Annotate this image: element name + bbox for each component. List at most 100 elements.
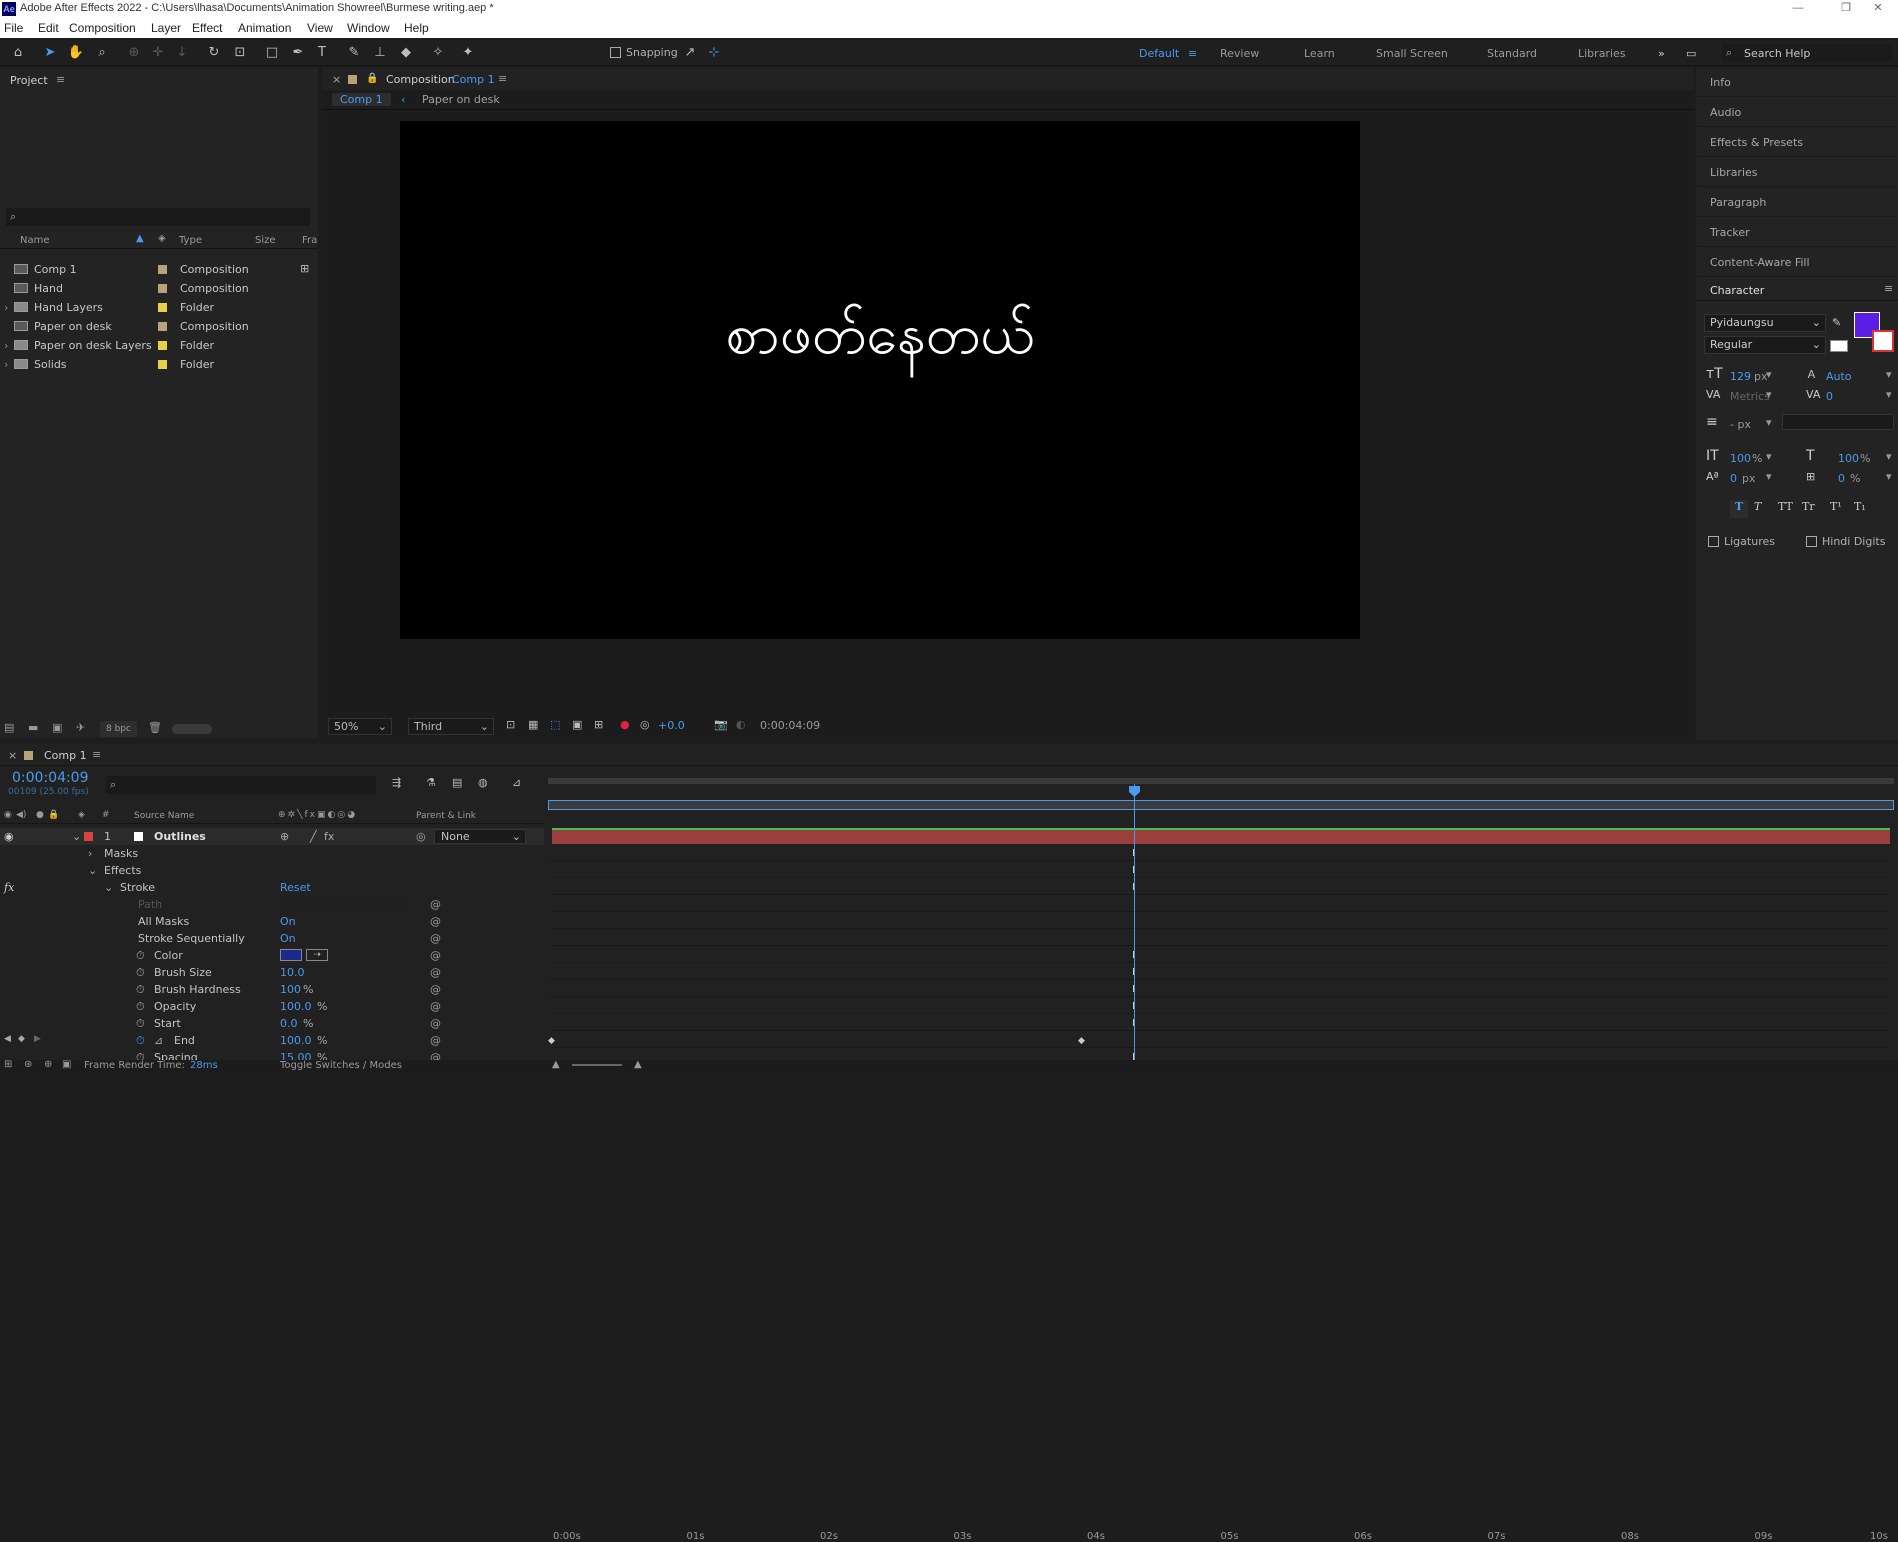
chevron-down-icon[interactable]: ▾	[1886, 388, 1892, 401]
zoom-in-icon[interactable]: ▲	[634, 1059, 642, 1070]
thumbnail-slider[interactable]	[172, 724, 212, 734]
sort-ascending-icon[interactable]: ▲	[136, 233, 144, 244]
label-color-chip[interactable]	[158, 360, 167, 369]
font-style-dropdown[interactable]: Regular ⌄	[1704, 336, 1826, 354]
color-channels-icon[interactable]: ●	[620, 718, 630, 731]
breadcrumb-comp1[interactable]: Comp 1	[332, 93, 391, 106]
tsume-value[interactable]: 0	[1838, 472, 1845, 485]
superscript-button[interactable]: T¹	[1830, 500, 1842, 513]
shy-layers-icon[interactable]: ▤	[452, 776, 462, 789]
track-row[interactable]	[551, 1015, 1890, 1031]
panel-tab-info[interactable]: Info	[1698, 68, 1896, 97]
character-title[interactable]: Character	[1710, 284, 1764, 297]
reset-exposure-icon[interactable]: ◎	[640, 718, 650, 731]
panel-tab-effects-presets[interactable]: Effects & Presets	[1698, 128, 1896, 157]
eraser-tool-icon[interactable]: ◆	[396, 44, 416, 62]
workspace-default[interactable]: Default	[1139, 47, 1179, 60]
layer-duration-bar[interactable]	[552, 828, 1890, 844]
fx-icon[interactable]: fx	[4, 879, 14, 896]
puppet-pin-icon[interactable]: ✦	[458, 44, 478, 62]
draft-3d-icon[interactable]: ⚗	[426, 776, 436, 789]
layer-switches-toggle-icon[interactable]: ⊞	[4, 1059, 12, 1070]
dolly-camera-icon[interactable]: ↓	[172, 44, 192, 62]
rectangle-tool-icon[interactable]: □	[262, 44, 282, 62]
expression-pickwhip-icon[interactable]: @	[430, 998, 441, 1015]
workspace-libraries[interactable]: Libraries	[1578, 47, 1626, 60]
exposure-value[interactable]: +0.0	[658, 719, 685, 732]
property-row[interactable]: ⏱ Brush Size 10.0 @	[0, 964, 544, 981]
close-tab-icon[interactable]: ×	[332, 73, 341, 86]
expand-chevron-icon[interactable]: ›	[4, 336, 8, 355]
track-row[interactable]	[551, 896, 1890, 912]
zoom-tool-icon[interactable]: ⌕	[92, 44, 112, 62]
track-row[interactable]	[551, 998, 1890, 1014]
source-name-col[interactable]: Source Name	[134, 811, 194, 821]
effect-switch-icon[interactable]: fx	[324, 828, 334, 845]
chevron-down-icon[interactable]: ▾	[1766, 388, 1772, 401]
property-row[interactable]: ⏱ Start 0.0% @	[0, 1015, 544, 1032]
playhead-handle[interactable]	[1129, 786, 1140, 797]
breadcrumb-paper-on-desk[interactable]: Paper on desk	[422, 93, 500, 106]
hindi-digits-checkbox[interactable]	[1806, 536, 1817, 547]
stopwatch-icon[interactable]: ⏱	[136, 981, 145, 998]
comp-tab-prefix[interactable]: Composition	[386, 73, 455, 86]
property-value[interactable]: 10.0	[280, 964, 305, 981]
chevron-down-icon[interactable]: ▾	[1886, 450, 1892, 463]
more-workspaces-icon[interactable]: »	[1658, 47, 1665, 60]
brush-tool-icon[interactable]: ✎	[344, 44, 364, 62]
roto-brush-icon[interactable]: ✧	[428, 44, 448, 62]
quality-switch-icon[interactable]: ╱	[310, 828, 317, 845]
time-navigator[interactable]	[548, 800, 1894, 810]
bpc-button[interactable]: 8 bpc	[100, 721, 137, 737]
chevron-down-icon[interactable]: ▾	[1766, 368, 1772, 381]
stopwatch-icon[interactable]: ⏱	[136, 1032, 145, 1049]
visibility-eye-icon[interactable]: ◉	[4, 828, 14, 845]
stroke-effect-row[interactable]: fx ⌄ Stroke Reset	[0, 879, 544, 896]
timeline-current-time[interactable]: 0:00:04:09	[12, 770, 89, 786]
color-swatch[interactable]	[280, 949, 302, 961]
track-row[interactable]	[551, 1032, 1890, 1048]
prev-keyframe-icon[interactable]: ◀	[4, 1034, 11, 1044]
menu-effect[interactable]: Effect	[192, 21, 222, 35]
masks-group-row[interactable]: › Masks	[0, 845, 544, 862]
parent-link-col[interactable]: Parent & Link	[416, 811, 476, 821]
stopwatch-icon[interactable]: ⏱	[136, 964, 145, 981]
track-row[interactable]	[551, 845, 1890, 861]
label-color-chip[interactable]	[158, 303, 167, 312]
workspace-review[interactable]: Review	[1220, 47, 1259, 60]
kerning-value[interactable]: Metrics	[1730, 390, 1770, 403]
add-keyframe-icon[interactable]: ◆	[18, 1034, 25, 1044]
type-tool-icon[interactable]: T	[312, 44, 332, 62]
panel-tab-content-aware-fill[interactable]: Content-Aware Fill	[1698, 248, 1896, 277]
panel-toggle-icon[interactable]: ▭	[1686, 47, 1696, 60]
clone-stamp-icon[interactable]: ⊥	[370, 44, 390, 62]
subscript-button[interactable]: T₁	[1854, 500, 1866, 513]
shy-switch-icon[interactable]: ⊕	[280, 828, 289, 845]
flowchart-icon[interactable]: ⊞	[300, 262, 309, 275]
interpret-footage-icon[interactable]: ▤	[4, 721, 14, 734]
col-size[interactable]: Size	[255, 235, 276, 246]
expand-chevron-icon[interactable]: ⌄	[88, 862, 97, 879]
search-help-box[interactable]: ⌕ Search Help	[1722, 44, 1892, 62]
track-row[interactable]	[551, 862, 1890, 878]
expression-pickwhip-icon[interactable]: @	[430, 947, 441, 964]
adjust-settings-icon[interactable]: ✈	[76, 721, 85, 734]
expand-chevron-icon[interactable]: ⌄	[72, 828, 81, 845]
transparency-grid-icon[interactable]: ▦	[528, 718, 538, 731]
minimize-icon[interactable]: —	[1778, 0, 1818, 18]
property-row[interactable]: ⏱ Color ⇢ @	[0, 947, 544, 964]
resolution-dropdown[interactable]: Third ⌄	[408, 718, 494, 735]
reset-link[interactable]: Reset	[280, 879, 311, 896]
expression-pickwhip-icon[interactable]: @	[430, 1015, 441, 1032]
track-row[interactable]	[551, 981, 1890, 997]
menu-edit[interactable]: Edit	[38, 21, 59, 35]
guides-icon[interactable]: ⊞	[594, 718, 603, 731]
solo-icon[interactable]: ●	[36, 810, 44, 820]
track-row[interactable]	[551, 947, 1890, 963]
lock-icon[interactable]: 🔒	[48, 810, 59, 820]
new-folder-icon[interactable]: ▬	[28, 721, 38, 734]
menu-view[interactable]: View	[307, 21, 333, 35]
property-row[interactable]: Path @	[0, 896, 544, 913]
layer-name[interactable]: Outlines	[154, 828, 206, 845]
label-color-chip[interactable]	[158, 265, 167, 274]
